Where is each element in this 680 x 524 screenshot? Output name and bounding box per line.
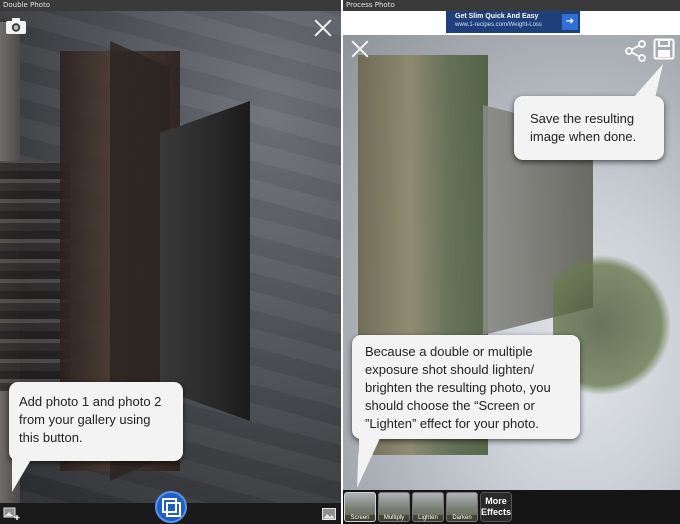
window-title: Double Photo <box>0 0 341 11</box>
double-photo-panel: Double Photo Add photo 1 and photo 2 fro… <box>0 0 341 524</box>
save-callout: Save the resulting image when done. <box>514 96 664 160</box>
camera-switch-icon[interactable] <box>4 16 28 36</box>
effect-darken[interactable]: Darken <box>446 492 478 522</box>
effect-label: Darken <box>447 515 477 521</box>
close-icon[interactable] <box>349 38 371 60</box>
ad-title: Get Slim Quick And Easy <box>455 13 539 20</box>
effect-callout-text: Because a double or multiple exposure sh… <box>365 344 551 431</box>
combine-layers-icon <box>162 498 181 517</box>
share-icon[interactable] <box>625 40 647 62</box>
ad-banner[interactable]: Get Slim Quick And Easy www.1-recipes.co… <box>446 11 580 33</box>
temple-upper-roof <box>160 101 250 421</box>
callout-pointer <box>12 458 32 492</box>
add-gallery-icon[interactable] <box>3 507 21 521</box>
effect-multiply[interactable]: Multiply <box>378 492 410 522</box>
gallery-icon[interactable] <box>322 507 336 520</box>
more-effects-button[interactable]: More Effects <box>480 492 512 522</box>
window-title: Process Photo <box>343 0 680 11</box>
effect-callout: Because a double or multiple exposure sh… <box>352 335 580 439</box>
effect-callout-pointer <box>357 436 381 488</box>
effect-label: Multiply <box>379 515 409 521</box>
add-photos-callout-text: Add photo 1 and photo 2 from your galler… <box>19 394 162 445</box>
close-icon[interactable] <box>312 17 334 39</box>
process-photo-panel: Process Photo Get Slim Quick And Easy ww… <box>343 0 680 524</box>
effect-lighten[interactable]: Lighten <box>412 492 444 522</box>
effect-label: Lighten <box>413 515 443 521</box>
save-callout-pointer <box>633 64 663 98</box>
effect-screen[interactable]: Screen <box>344 492 376 522</box>
save-icon[interactable] <box>653 38 675 60</box>
add-photos-callout: Add photo 1 and photo 2 from your galler… <box>9 382 183 461</box>
effects-toolbar: Screen Multiply Lighten Darken More Effe… <box>343 490 680 524</box>
effect-label: Screen <box>345 515 375 521</box>
save-callout-text: Save the resulting image when done. <box>530 111 637 144</box>
ad-bar: Get Slim Quick And Easy www.1-recipes.co… <box>343 11 680 35</box>
ad-subtitle: www.1-recipes.com/Weight-Loss <box>455 22 542 28</box>
ad-arrow-icon[interactable]: ➔ <box>562 14 578 30</box>
combine-photos-button[interactable] <box>155 491 187 523</box>
